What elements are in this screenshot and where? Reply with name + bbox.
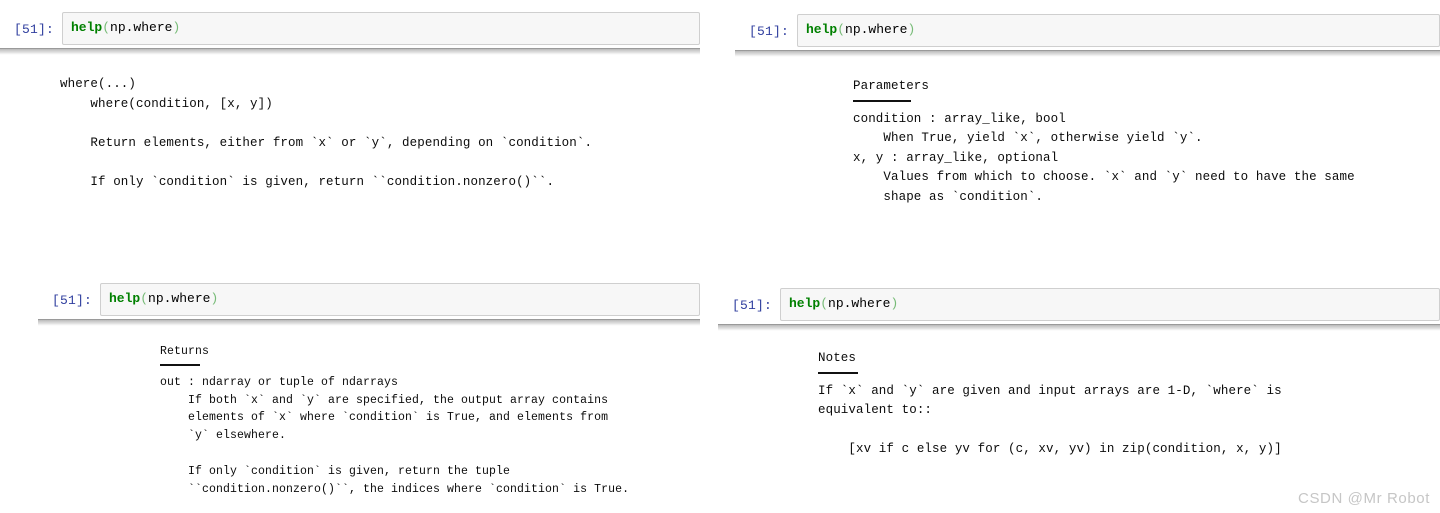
section-heading-underline (853, 99, 911, 102)
output-text: out : ndarray or tuple of ndarrays If bo… (160, 375, 630, 496)
code-token-open-paren: ( (820, 296, 829, 311)
csdn-watermark: CSDN @Mr Robot (1298, 490, 1430, 507)
code-line: help(np.where) (71, 19, 691, 37)
notebook-cell-panel-bottom-left: [51]: help(np.where) Returns out : ndarr… (38, 283, 700, 499)
input-cell-row: [51]: help(np.where) (0, 12, 700, 48)
output-section-heading: Returns (160, 345, 210, 358)
code-token-open-paren: ( (140, 291, 149, 306)
output-section-heading: Notes (818, 351, 857, 365)
code-token-argument: np.where (148, 291, 211, 306)
notebook-cell-panel-top-right: [51]: help(np.where) Parameters conditio… (735, 14, 1440, 207)
output-text: condition : array_like, bool When True, … (853, 111, 1355, 204)
cell-prompt-label: [51]: (731, 298, 772, 313)
input-cell-row: [51]: help(np.where) (735, 14, 1440, 50)
code-input-area[interactable]: help(np.where) (100, 283, 700, 316)
code-token-open-paren: ( (837, 22, 846, 37)
code-token-open-paren: ( (102, 20, 111, 35)
cell-separator-shadow (735, 50, 1440, 57)
cell-separator-shadow (38, 319, 700, 326)
output-wrapper: where(...) where(condition, [x, y]) Retu… (0, 55, 700, 192)
cell-prompt-label: [51]: (748, 24, 789, 39)
output-wrapper: Returns out : ndarray or tuple of ndarra… (38, 326, 700, 499)
cell-prompt-label: [51]: (51, 293, 92, 308)
output-section-heading: Parameters (853, 79, 930, 93)
output-text: If `x` and `y` are given and input array… (818, 383, 1282, 457)
section-heading-underline (160, 363, 200, 366)
code-token-close-paren: ) (210, 291, 219, 306)
cell-prompt-label: [51]: (13, 22, 54, 37)
code-input-area[interactable]: help(np.where) (797, 14, 1440, 47)
cell-separator-shadow (0, 48, 700, 55)
code-line: help(np.where) (789, 295, 1431, 313)
section-heading-underline (818, 371, 858, 374)
output-wrapper: Parameters condition : array_like, bool … (735, 57, 1440, 207)
code-token-function: help (109, 291, 141, 306)
code-token-argument: np.where (845, 22, 908, 37)
output-wrapper: Notes If `x` and `y` are given and input… (718, 331, 1440, 460)
code-token-close-paren: ) (890, 296, 899, 311)
code-token-close-paren: ) (907, 22, 916, 37)
code-input-area[interactable]: help(np.where) (62, 12, 700, 45)
cell-separator-shadow (718, 324, 1440, 331)
input-cell-row: [51]: help(np.where) (718, 288, 1440, 324)
code-token-function: help (789, 296, 821, 311)
notebook-cell-panel-bottom-right: [51]: help(np.where) Notes If `x` and `y… (718, 288, 1440, 460)
code-input-area[interactable]: help(np.where) (780, 288, 1440, 321)
code-line: help(np.where) (109, 290, 691, 308)
input-cell-row: [51]: help(np.where) (38, 283, 700, 319)
code-token-argument: np.where (110, 20, 173, 35)
code-token-function: help (806, 22, 838, 37)
code-token-argument: np.where (828, 296, 891, 311)
code-line: help(np.where) (806, 21, 1431, 39)
code-token-close-paren: ) (172, 20, 181, 35)
notebook-cell-panel-top-left: [51]: help(np.where) where(...) where(co… (0, 12, 700, 192)
code-token-function: help (71, 20, 103, 35)
output-text: where(...) where(condition, [x, y]) Retu… (60, 77, 593, 189)
